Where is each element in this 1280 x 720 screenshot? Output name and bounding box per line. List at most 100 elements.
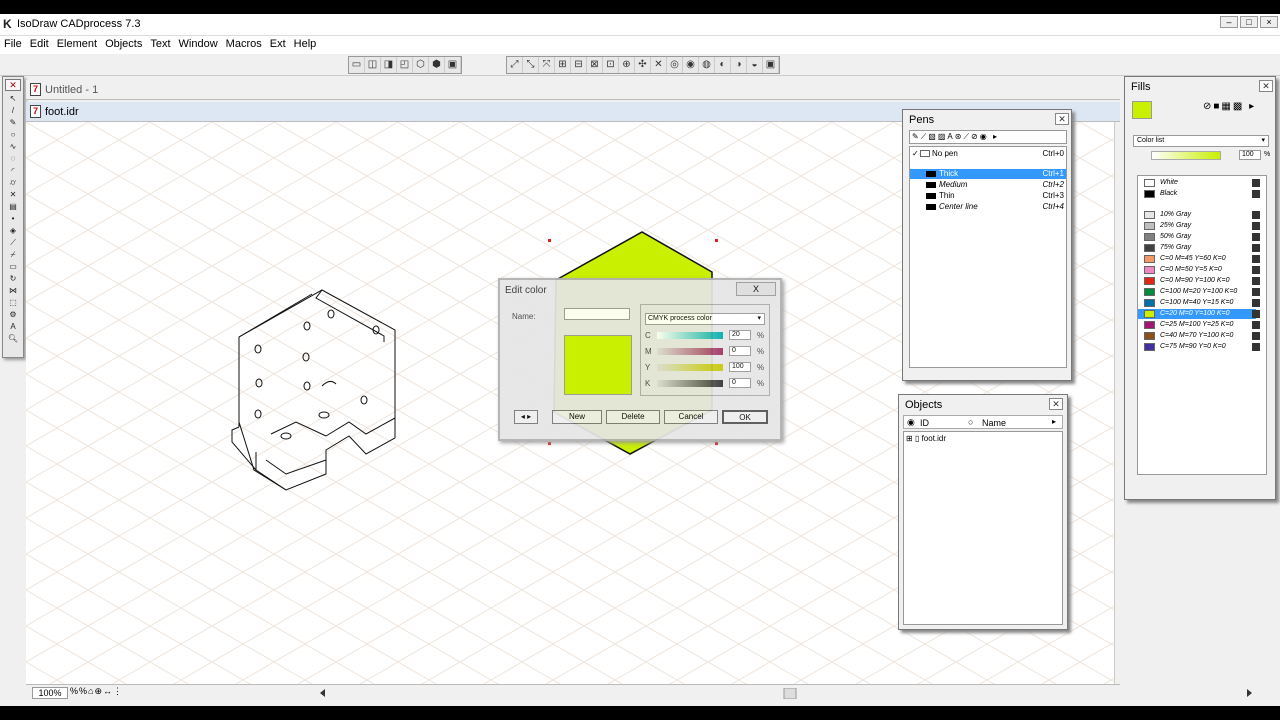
pens-toolbar[interactable]: ✎⟋▧▨A⊛⟋⊘◉ ▸ xyxy=(909,130,1067,144)
cylinder-tool-icon[interactable]: ⌭ xyxy=(5,177,21,188)
menu-file[interactable]: File xyxy=(0,36,26,50)
transform-14-icon[interactable]: ◐ xyxy=(715,57,731,73)
transform-5-icon[interactable]: ⊟ xyxy=(571,57,587,73)
nav-arrows-button[interactable]: ◂ ▸ xyxy=(514,410,538,424)
fill-row[interactable]: White xyxy=(1138,178,1260,188)
hatch-tool-icon[interactable]: ▤ xyxy=(5,201,21,212)
menu-text[interactable]: Text xyxy=(146,36,174,50)
pen-row-medium[interactable]: Medium Ctrl+2 xyxy=(910,180,1066,190)
transform-12-icon[interactable]: ◉ xyxy=(683,57,699,73)
text-tool-icon[interactable]: A xyxy=(5,321,21,332)
pens-close-icon[interactable]: ✕ xyxy=(1055,113,1069,125)
vertical-scrollbar[interactable] xyxy=(1114,122,1120,684)
fill-edit-icon[interactable] xyxy=(1252,244,1260,252)
gear-tool-icon[interactable]: ⚙ xyxy=(5,309,21,320)
menu-edit[interactable]: Edit xyxy=(26,36,53,50)
view-camera-icon[interactable]: ▣ xyxy=(445,57,461,73)
menu-ext[interactable]: Ext xyxy=(266,36,290,50)
tint-slider[interactable] xyxy=(1151,151,1221,160)
view-left-icon[interactable]: ◫ xyxy=(365,57,381,73)
transform-11-icon[interactable]: ◎ xyxy=(667,57,683,73)
pen-row-no-pen[interactable]: ✓ No pen Ctrl+0 xyxy=(910,149,1066,159)
fills-close-icon[interactable]: ✕ xyxy=(1259,80,1273,92)
line-tool-icon[interactable]: / xyxy=(5,105,21,116)
fill-row[interactable]: C=75 M=90 Y=0 K=0 xyxy=(1138,342,1260,352)
pen-row-center-line[interactable]: Center line Ctrl+4 xyxy=(910,202,1066,212)
menu-help[interactable]: Help xyxy=(290,36,321,50)
transform-7-icon[interactable]: ⊡ xyxy=(603,57,619,73)
pen-row-thick[interactable]: Thick Ctrl+1 xyxy=(910,169,1066,179)
transform-9-icon[interactable]: ✣ xyxy=(635,57,651,73)
rotate-tool-icon[interactable]: ↻ xyxy=(5,273,21,284)
zoom-level-field[interactable]: 100% xyxy=(32,687,68,699)
fill-row[interactable]: C=20 M=0 Y=100 K=0 xyxy=(1138,309,1260,319)
fill-row[interactable]: 50% Gray xyxy=(1138,232,1260,242)
fill-edit-icon[interactable] xyxy=(1252,211,1260,219)
fill-edit-icon[interactable] xyxy=(1252,222,1260,230)
zoom-tool-icon[interactable]: 🔍︎ xyxy=(5,333,21,344)
fill-edit-icon[interactable] xyxy=(1252,310,1260,318)
menu-window[interactable]: Window xyxy=(175,36,222,50)
fill-row[interactable]: C=0 M=45 Y=60 K=0 xyxy=(1138,254,1260,264)
bowtie-tool-icon[interactable]: ⋈ xyxy=(5,285,21,296)
status-icons[interactable]: %%⌂⊕↔⋮ xyxy=(70,686,123,700)
channel-k-slider[interactable] xyxy=(657,380,723,387)
transform-8-icon[interactable]: ⊕ xyxy=(619,57,635,73)
tree-item-foot[interactable]: ⊞ ▯ foot.idr xyxy=(906,434,946,443)
toolbox-close-icon[interactable]: ✕ xyxy=(5,79,21,91)
select-arrow-icon[interactable]: ↖ xyxy=(5,93,21,104)
objects-close-icon[interactable]: ✕ xyxy=(1049,398,1063,410)
dialog-close-button[interactable]: X xyxy=(736,282,776,296)
channel-c-slider[interactable] xyxy=(657,332,723,339)
transform-13-icon[interactable]: ◍ xyxy=(699,57,715,73)
channel-y-value[interactable]: 100 xyxy=(729,362,751,372)
pen-tool-icon[interactable]: ✎ xyxy=(5,117,21,128)
transform-15-icon[interactable]: ◑ xyxy=(731,57,747,73)
menu-objects[interactable]: Objects xyxy=(101,36,146,50)
expand-plus-icon[interactable]: ⊞ xyxy=(906,434,913,443)
fill-row[interactable]: C=0 M=90 Y=100 K=0 xyxy=(1138,276,1260,286)
channel-y-slider[interactable] xyxy=(657,364,723,371)
fill-row[interactable]: C=100 M=20 Y=100 K=0 xyxy=(1138,287,1260,297)
knife-tool-icon[interactable]: ⟋ xyxy=(5,237,21,248)
horizontal-scrollbar[interactable] xyxy=(318,688,1254,699)
fill-type-buttons[interactable]: ⊘■▦▩ ▸ xyxy=(1203,101,1256,112)
circle-tool-icon[interactable]: ○ xyxy=(5,129,21,140)
channel-c-value[interactable]: 20 xyxy=(729,330,751,340)
radio-name-icon[interactable]: ○ xyxy=(968,417,973,427)
fill-edit-icon[interactable] xyxy=(1252,343,1260,351)
fill-row[interactable]: Black xyxy=(1138,189,1260,199)
transform-3-icon[interactable]: ⤧ xyxy=(539,57,555,73)
close-window-button[interactable]: × xyxy=(1260,16,1278,28)
maximize-button[interactable]: □ xyxy=(1240,16,1258,28)
fill-edit-icon[interactable] xyxy=(1252,255,1260,263)
channel-k-value[interactable]: 0 xyxy=(729,378,751,388)
cancel-button[interactable]: Cancel xyxy=(664,410,718,424)
fill-tool-icon[interactable]: ◈ xyxy=(5,225,21,236)
channel-m-slider[interactable] xyxy=(657,348,723,355)
menu-element[interactable]: Element xyxy=(53,36,101,50)
fill-edit-icon[interactable] xyxy=(1252,299,1260,307)
arc-tool-icon[interactable]: ◜ xyxy=(5,165,21,176)
delete-button[interactable]: Delete xyxy=(606,410,660,424)
fill-edit-icon[interactable] xyxy=(1252,266,1260,274)
fill-row[interactable]: C=0 M=50 Y=5 K=0 xyxy=(1138,265,1260,275)
pen-row-thin[interactable]: Thin Ctrl+3 xyxy=(910,191,1066,201)
transform-4-icon[interactable]: ⊞ xyxy=(555,57,571,73)
dot-tool-icon[interactable]: • xyxy=(5,213,21,224)
ellipse-tool-icon[interactable]: ◌ xyxy=(5,153,21,164)
fill-edit-icon[interactable] xyxy=(1252,321,1260,329)
fill-edit-icon[interactable] xyxy=(1252,233,1260,241)
panel-menu-arrow-icon[interactable]: ▸ xyxy=(1052,417,1056,426)
transform-10-icon[interactable]: ✕ xyxy=(651,57,667,73)
view-top-icon[interactable]: ◰ xyxy=(397,57,413,73)
transform-1-icon[interactable]: ⤢ xyxy=(507,57,523,73)
frame-tool-icon[interactable]: ⬚ xyxy=(5,297,21,308)
transform-6-icon[interactable]: ⊠ xyxy=(587,57,603,73)
fill-row[interactable]: C=100 M=40 Y=15 K=0 xyxy=(1138,298,1260,308)
transform-16-icon[interactable]: ◒ xyxy=(747,57,763,73)
fill-edit-icon[interactable] xyxy=(1252,332,1260,340)
fill-edit-icon[interactable] xyxy=(1252,190,1260,198)
transform-17-icon[interactable]: ▣ xyxy=(763,57,779,73)
channel-m-value[interactable]: 0 xyxy=(729,346,751,356)
